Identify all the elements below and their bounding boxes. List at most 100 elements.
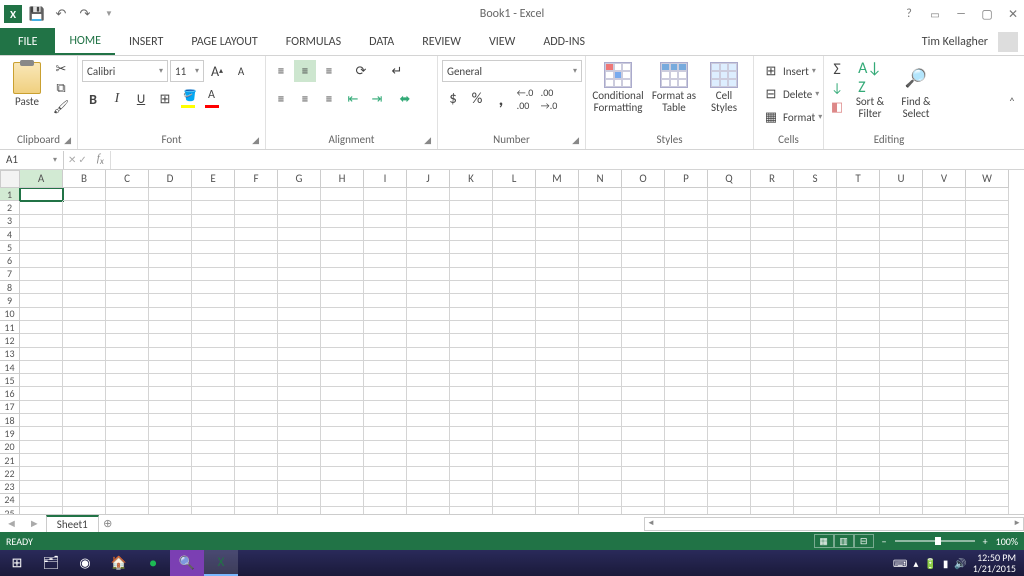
cell[interactable]: [794, 401, 837, 414]
cell[interactable]: [321, 254, 364, 267]
cell[interactable]: [708, 467, 751, 480]
cell[interactable]: [536, 467, 579, 480]
cell[interactable]: [966, 441, 1009, 454]
cell[interactable]: [407, 308, 450, 321]
insert-cells-button[interactable]: ⊞Insert ▾: [758, 60, 826, 82]
cell[interactable]: [20, 361, 63, 374]
cell[interactable]: [579, 467, 622, 480]
cell[interactable]: [923, 294, 966, 307]
cell[interactable]: [837, 228, 880, 241]
cell[interactable]: [149, 281, 192, 294]
row-header[interactable]: 5: [0, 241, 20, 254]
italic-button[interactable]: I: [106, 88, 128, 110]
cell[interactable]: [149, 387, 192, 400]
cell[interactable]: [794, 467, 837, 480]
cell[interactable]: [708, 401, 751, 414]
cell[interactable]: [536, 334, 579, 347]
spotify-icon[interactable]: ●: [136, 550, 170, 576]
cell[interactable]: [493, 308, 536, 321]
cell[interactable]: [364, 268, 407, 281]
cell[interactable]: [665, 374, 708, 387]
cell[interactable]: [321, 241, 364, 254]
column-header[interactable]: K: [450, 170, 493, 188]
align-right-icon[interactable]: ≡: [318, 88, 340, 110]
cell[interactable]: [192, 441, 235, 454]
cell[interactable]: [106, 467, 149, 480]
grow-font-icon[interactable]: A▴: [206, 60, 228, 82]
cell[interactable]: [923, 414, 966, 427]
cell[interactable]: [149, 188, 192, 201]
cell[interactable]: [364, 254, 407, 267]
cell[interactable]: [665, 441, 708, 454]
cell[interactable]: [837, 294, 880, 307]
align-top-icon[interactable]: ≡: [270, 60, 292, 82]
cell[interactable]: [923, 334, 966, 347]
column-header[interactable]: O: [622, 170, 665, 188]
cell[interactable]: [966, 334, 1009, 347]
new-sheet-icon[interactable]: ⊕: [99, 515, 117, 533]
cell[interactable]: [708, 348, 751, 361]
cell[interactable]: [966, 268, 1009, 281]
cell[interactable]: [235, 507, 278, 514]
normal-view-icon[interactable]: ▦: [814, 534, 834, 548]
cell[interactable]: [149, 441, 192, 454]
cell[interactable]: [450, 241, 493, 254]
cell[interactable]: [966, 201, 1009, 214]
cell[interactable]: [966, 188, 1009, 201]
cell[interactable]: [192, 427, 235, 440]
cell[interactable]: [751, 414, 794, 427]
cell[interactable]: [837, 441, 880, 454]
horizontal-scrollbar[interactable]: [644, 517, 1024, 531]
font-color-icon[interactable]: A: [202, 88, 224, 110]
align-bottom-icon[interactable]: ≡: [318, 60, 340, 82]
cell[interactable]: [321, 374, 364, 387]
cell[interactable]: [149, 228, 192, 241]
cell[interactable]: [106, 308, 149, 321]
cell[interactable]: [106, 387, 149, 400]
cell[interactable]: [149, 348, 192, 361]
cell[interactable]: [278, 241, 321, 254]
cell[interactable]: [63, 494, 106, 507]
cell[interactable]: [708, 427, 751, 440]
cell[interactable]: [880, 467, 923, 480]
cell[interactable]: [450, 427, 493, 440]
cell[interactable]: [708, 321, 751, 334]
cell[interactable]: [880, 215, 923, 228]
cell[interactable]: [751, 374, 794, 387]
cell[interactable]: [579, 334, 622, 347]
cell[interactable]: [665, 321, 708, 334]
cell[interactable]: [321, 294, 364, 307]
cell[interactable]: [278, 427, 321, 440]
cell[interactable]: [966, 308, 1009, 321]
cell[interactable]: [20, 441, 63, 454]
underline-button[interactable]: U: [130, 88, 152, 110]
cell[interactable]: [321, 507, 364, 514]
bold-button[interactable]: B: [82, 88, 104, 110]
zoom-in-icon[interactable]: +: [983, 535, 988, 548]
number-dialog-icon[interactable]: ◢: [572, 135, 579, 146]
cell[interactable]: [493, 215, 536, 228]
cell[interactable]: [794, 201, 837, 214]
cell[interactable]: [708, 308, 751, 321]
cell[interactable]: [450, 294, 493, 307]
cell[interactable]: [794, 494, 837, 507]
cell[interactable]: [450, 414, 493, 427]
cell[interactable]: [837, 507, 880, 514]
cell[interactable]: [192, 228, 235, 241]
cell[interactable]: [364, 414, 407, 427]
cell[interactable]: [880, 441, 923, 454]
cell[interactable]: [751, 481, 794, 494]
cell[interactable]: [106, 321, 149, 334]
cell[interactable]: [493, 481, 536, 494]
cell[interactable]: [321, 387, 364, 400]
cell[interactable]: [364, 215, 407, 228]
cell[interactable]: [235, 215, 278, 228]
enter-formula-icon[interactable]: ✓: [78, 153, 86, 166]
cell[interactable]: [20, 228, 63, 241]
cell[interactable]: [794, 215, 837, 228]
cell[interactable]: [106, 294, 149, 307]
cell[interactable]: [407, 321, 450, 334]
cell[interactable]: [579, 308, 622, 321]
restore-icon[interactable]: ▢: [980, 7, 994, 21]
cell[interactable]: [794, 281, 837, 294]
